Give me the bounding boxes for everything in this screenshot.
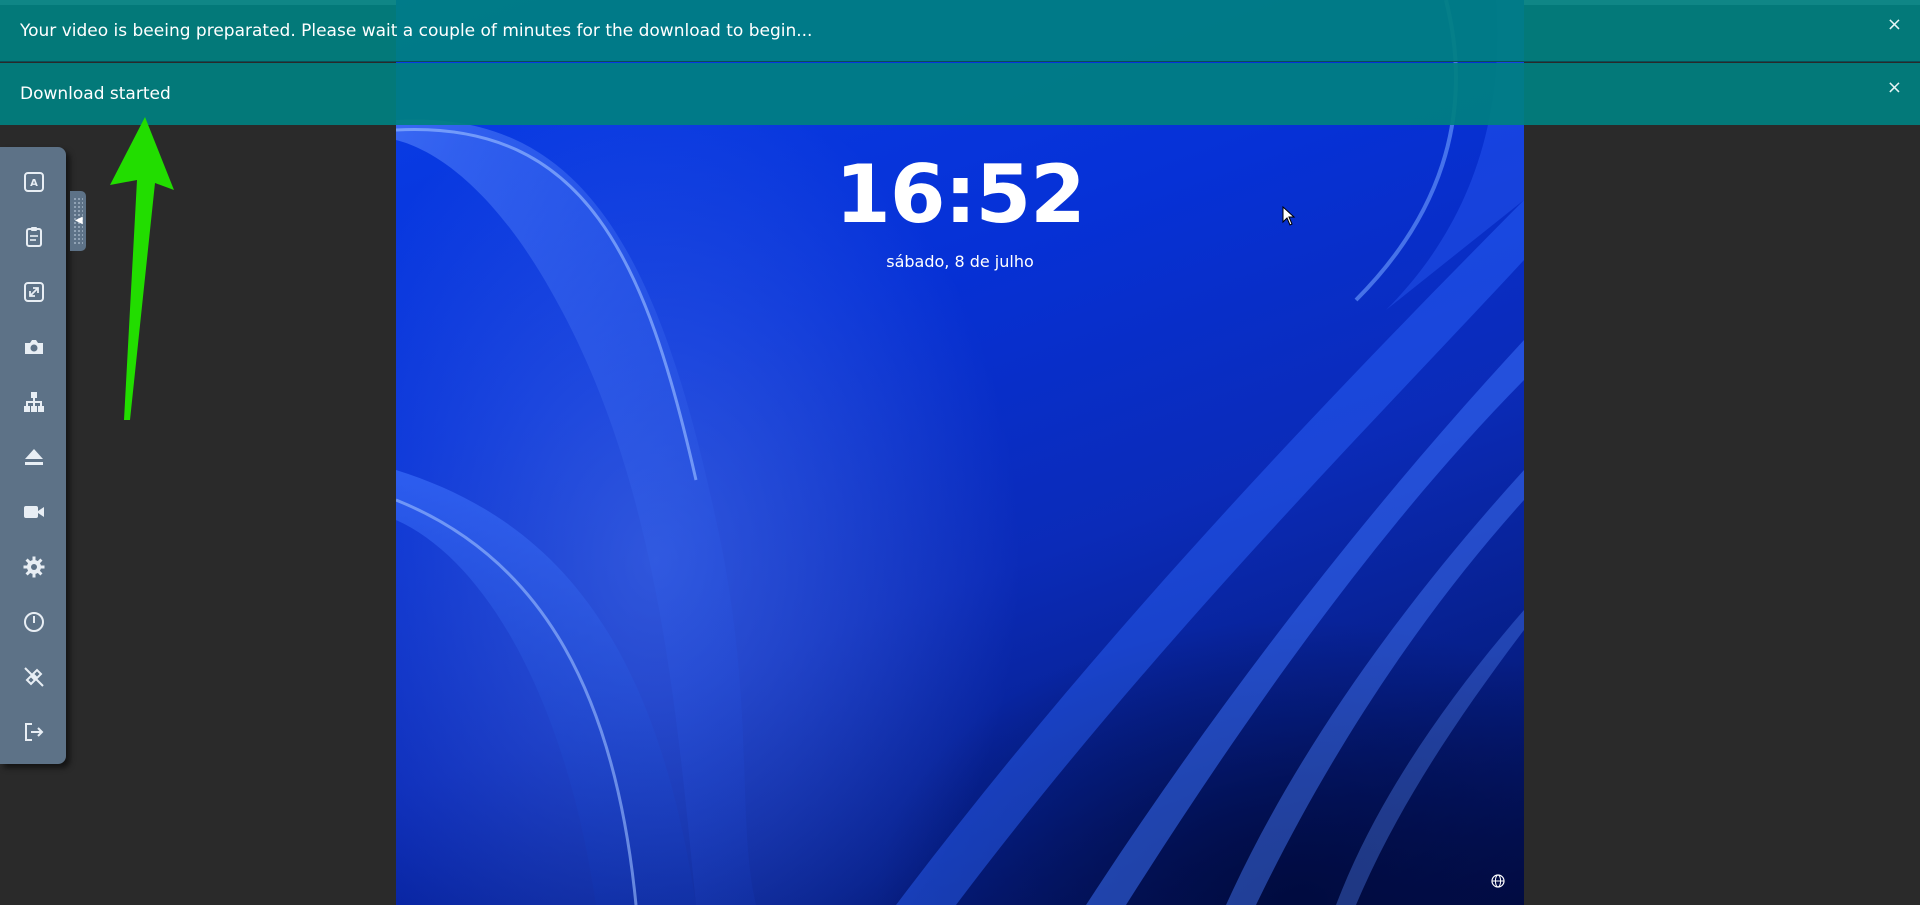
gear-icon bbox=[23, 556, 45, 578]
network-globe-icon[interactable] bbox=[1490, 873, 1506, 889]
close-icon[interactable]: × bbox=[1887, 14, 1902, 35]
wallpaper-waves bbox=[396, 0, 1524, 905]
chevron-left-icon: ◀ bbox=[75, 215, 83, 226]
download-started-notification: Download started × bbox=[0, 63, 1920, 125]
video-preparing-notification: Your video is beeing preparated. Please … bbox=[0, 0, 1920, 62]
keyboard-button[interactable]: A bbox=[13, 161, 55, 203]
lockscreen-clock: 16:52 bbox=[835, 148, 1086, 241]
power-button[interactable] bbox=[13, 601, 55, 643]
toolbar-collapse-handle[interactable]: ◀ bbox=[70, 191, 86, 251]
screenshot-button[interactable] bbox=[13, 326, 55, 368]
keyboard-a-icon: A bbox=[24, 172, 44, 192]
network-map-button[interactable] bbox=[13, 381, 55, 423]
video-camera-icon bbox=[24, 506, 44, 518]
mouse-cursor-icon bbox=[1282, 206, 1296, 226]
side-toolbar: A bbox=[0, 147, 66, 764]
clipboard-icon bbox=[26, 227, 42, 247]
eject-icon bbox=[25, 449, 43, 465]
fullscreen-button[interactable] bbox=[13, 271, 55, 313]
logout-button[interactable] bbox=[13, 711, 55, 753]
disconnect-button[interactable] bbox=[13, 656, 55, 698]
clipboard-button[interactable] bbox=[13, 216, 55, 258]
camera-icon bbox=[25, 340, 43, 354]
notification-text: Download started bbox=[20, 84, 171, 104]
svg-text:A: A bbox=[30, 178, 38, 189]
disconnect-icon bbox=[24, 667, 44, 687]
lockscreen-date: sábado, 8 de julho bbox=[886, 252, 1034, 271]
settings-button[interactable] bbox=[13, 546, 55, 588]
eject-button[interactable] bbox=[13, 436, 55, 478]
close-icon[interactable]: × bbox=[1887, 77, 1902, 98]
remote-screen[interactable]: 16:52 sábado, 8 de julho bbox=[396, 0, 1524, 905]
sitemap-icon bbox=[24, 392, 44, 412]
logout-icon bbox=[25, 723, 44, 741]
fullscreen-icon bbox=[24, 282, 44, 302]
record-video-button[interactable] bbox=[13, 491, 55, 533]
annotation-arrow-icon bbox=[110, 117, 174, 420]
notification-text: Your video is beeing preparated. Please … bbox=[20, 20, 813, 41]
power-icon bbox=[24, 612, 44, 632]
